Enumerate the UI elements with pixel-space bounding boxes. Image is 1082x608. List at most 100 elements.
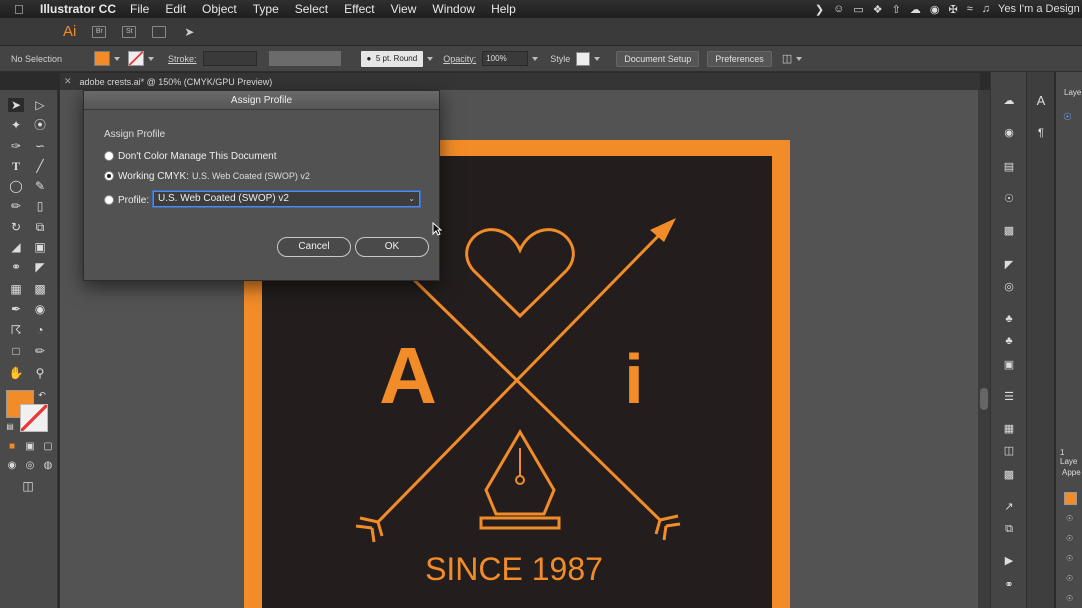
menu-window[interactable]: Window	[432, 2, 475, 16]
actions-play-icon[interactable]: ▶	[1001, 554, 1017, 568]
menu-select[interactable]: Select	[295, 2, 328, 16]
stroke-dropdown-icon[interactable]	[148, 56, 155, 61]
graphic-styles-icon[interactable]: ◤	[1001, 258, 1017, 272]
swap-colors-icon[interactable]: ↶	[34, 388, 50, 402]
eye-icon[interactable]: ☉	[1066, 514, 1073, 523]
status-wifi-icon[interactable]: ≈	[967, 3, 973, 15]
gradient-mode-icon[interactable]: ▣	[22, 440, 38, 454]
scale-tool-icon[interactable]: ⧉	[32, 220, 48, 234]
opacity-field[interactable]: 100%	[482, 51, 529, 66]
layers-tab[interactable]: Laye	[1064, 88, 1081, 97]
app-menu[interactable]: Illustrator CC	[40, 2, 116, 16]
align-panel-icon[interactable]: ▦	[1001, 422, 1017, 436]
preferences-button[interactable]: Preferences	[707, 50, 772, 67]
fill-swatch[interactable]	[94, 51, 111, 66]
pen-tool-icon[interactable]: ✑	[8, 139, 24, 153]
status-record-icon[interactable]: ◉	[930, 3, 940, 16]
vertical-scrollbar[interactable]	[978, 90, 990, 608]
draw-inside-icon[interactable]: ◍	[40, 459, 56, 473]
cancel-button[interactable]: Cancel	[277, 237, 351, 257]
eraser-icon[interactable]: ▯	[32, 199, 48, 213]
line-tool-icon[interactable]: ╱	[32, 159, 48, 173]
appearance-fill-swatch[interactable]	[1064, 492, 1077, 505]
eye-icon[interactable]: ☉	[1066, 574, 1073, 583]
color-panel-icon[interactable]: ◉	[1001, 126, 1017, 140]
radio-profile[interactable]	[104, 195, 114, 205]
eye-icon[interactable]: ☉	[1066, 534, 1073, 543]
ellipse-tool-icon[interactable]: ◯	[8, 179, 24, 193]
arrange-icon[interactable]: ◫	[782, 52, 792, 65]
status-arrow-icon[interactable]: ❯	[815, 3, 824, 16]
brush-definition[interactable]: ● 5 pt. Round	[360, 50, 424, 67]
stroke-swatch[interactable]	[128, 51, 145, 66]
stroke-color-box[interactable]	[20, 404, 48, 432]
variable-width-profile[interactable]	[268, 51, 341, 66]
apple-menu-icon[interactable]: 	[14, 2, 30, 17]
document-setup-button[interactable]: Document Setup	[616, 50, 700, 67]
menu-help[interactable]: Help	[491, 2, 516, 16]
slice-tool-icon[interactable]: ✏	[32, 344, 48, 358]
status-face-icon[interactable]: ☺	[833, 3, 844, 15]
club-icon[interactable]: ♣	[1001, 334, 1017, 348]
none-mode-icon[interactable]: ▢	[40, 440, 56, 454]
width-tool-icon[interactable]: ◢	[8, 240, 24, 254]
dialog-title[interactable]: Assign Profile	[84, 91, 439, 110]
style-swatch[interactable]	[576, 51, 591, 66]
hand-tool-icon[interactable]: ✋	[8, 366, 24, 380]
layer-visibility-icon[interactable]: ☉	[1063, 112, 1072, 123]
user-name[interactable]: Yes I'm a Design	[998, 0, 1082, 18]
radio-dont-color-manage[interactable]	[104, 151, 114, 161]
status-dropbox-icon[interactable]: ❖	[873, 3, 883, 16]
puppet-icon[interactable]: ♣	[1001, 312, 1017, 326]
ok-button[interactable]: OK	[355, 237, 429, 257]
blend-tool-icon[interactable]: ◉	[32, 302, 48, 316]
swatches-panel-icon[interactable]: ▤	[1001, 160, 1017, 174]
option-working-cmyk[interactable]: Working CMYK: U.S. Web Coated (SWOP) v2	[104, 169, 310, 183]
type-tool-icon[interactable]: T	[8, 159, 24, 173]
stroke-label[interactable]: Stroke:	[168, 54, 197, 64]
default-colors-icon[interactable]: ▤	[2, 420, 18, 434]
character-panel-icon[interactable]: A	[1033, 94, 1049, 108]
brush-dropdown-icon[interactable]	[427, 56, 434, 61]
artboard-tool-icon[interactable]: □	[8, 344, 24, 358]
menu-object[interactable]: Object	[202, 2, 237, 16]
menu-type[interactable]: Type	[253, 2, 279, 16]
arrange-documents-icon[interactable]	[152, 25, 167, 38]
artboards-panel-icon[interactable]: ⧉	[1001, 522, 1017, 536]
pencil-tool-icon[interactable]: ✏	[8, 199, 24, 213]
stroke-weight-field[interactable]	[202, 51, 257, 66]
curvature-tool-icon[interactable]: ∽	[32, 139, 48, 153]
transparency-panel-icon[interactable]: ▩	[1001, 468, 1017, 482]
appearance-panel-icon[interactable]: ◎	[1001, 280, 1017, 294]
draw-normal-icon[interactable]: ◉	[4, 459, 20, 473]
menu-list-icon[interactable]: ☰	[1001, 390, 1017, 404]
libraries-panel-icon[interactable]: ☁	[1001, 94, 1017, 108]
eye-icon[interactable]: ☉	[1066, 554, 1073, 563]
scrollbar-thumb[interactable]	[980, 388, 988, 410]
style-dropdown-icon[interactable]	[594, 56, 601, 61]
eye-icon[interactable]: ☉	[1066, 594, 1073, 603]
menu-file[interactable]: File	[130, 2, 149, 16]
export-icon[interactable]: ↗	[1001, 500, 1017, 514]
color-mode-icon[interactable]: ■	[4, 440, 20, 454]
free-transform-icon[interactable]: ▣	[32, 240, 48, 254]
radio-working-cmyk[interactable]	[104, 171, 114, 181]
opacity-label[interactable]: Opacity:	[443, 54, 476, 64]
status-upload-icon[interactable]: ⇧	[892, 3, 901, 16]
direct-selection-tool-icon[interactable]: ▷	[32, 98, 48, 112]
status-bluetooth-icon[interactable]: ✠	[948, 3, 957, 16]
send-icon[interactable]: ➤	[184, 25, 194, 39]
option-dont-color-manage[interactable]: Don't Color Manage This Document	[104, 149, 276, 163]
bridge-button[interactable]: Br	[92, 25, 107, 38]
rotate-tool-icon[interactable]: ↻	[8, 220, 24, 234]
close-tab-icon[interactable]: ✕	[64, 76, 72, 87]
status-display-icon[interactable]: ▭	[853, 3, 863, 16]
zoom-tool-icon[interactable]: ⚲	[32, 366, 48, 380]
menu-effect[interactable]: Effect	[344, 2, 374, 16]
transform-panel-icon[interactable]: ▣	[1001, 358, 1017, 372]
symbols-panel-icon[interactable]: ▩	[1001, 224, 1017, 238]
arrange-dropdown-icon[interactable]	[796, 56, 803, 61]
graph-tool-icon[interactable]: ◔	[32, 323, 48, 337]
symbol-sprayer-icon[interactable]: ☈	[8, 323, 24, 337]
fill-dropdown-icon[interactable]	[114, 56, 121, 61]
